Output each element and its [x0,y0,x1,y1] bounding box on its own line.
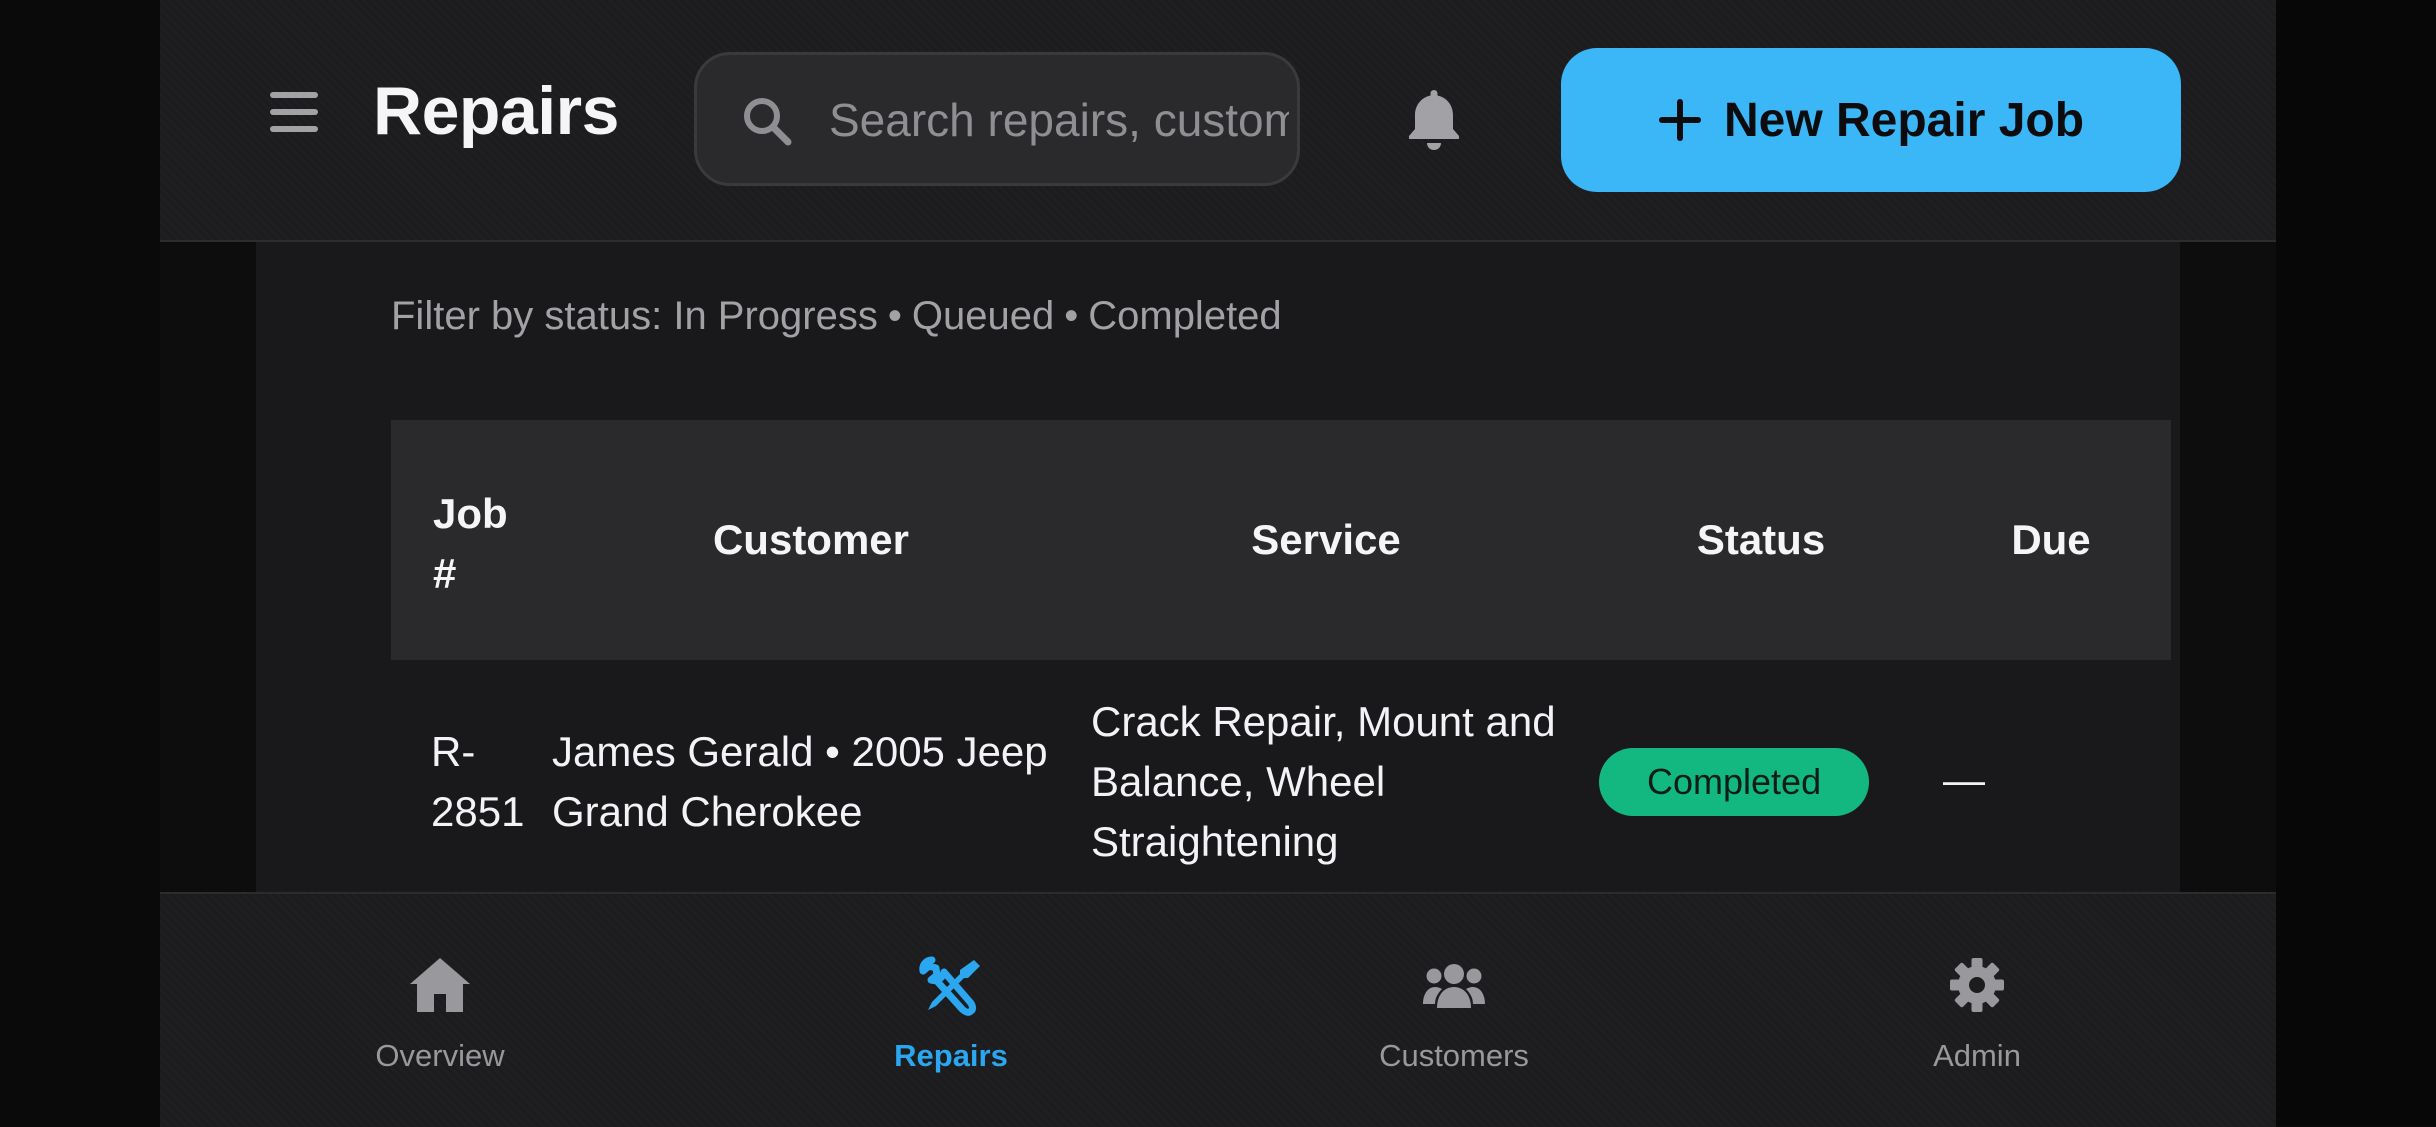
users-icon [1423,964,1485,1008]
content-gutter-left [160,242,256,892]
column-header-status[interactable]: Status [1651,420,1871,660]
search-box[interactable] [694,52,1300,186]
column-header-job[interactable]: Job # [433,484,523,604]
menu-button[interactable] [270,92,320,142]
cell-job[interactable]: R-2851 [431,722,541,842]
gear-icon [1950,958,2004,1012]
column-header-customer[interactable]: Customer [561,420,1061,660]
status-badge: Completed [1599,748,1870,816]
page-title: Repairs [373,73,619,149]
column-header-due[interactable]: Due [1991,420,2111,660]
cell-status: Completed [1599,748,1870,816]
table-header: Job # Customer Service Status Due [391,420,2171,660]
nav-label-overview: Overview [375,1038,505,1073]
filter-prefix: Filter by status: [391,294,663,338]
filter-option-queued[interactable]: Queued [912,294,1054,338]
nav-item-repairs[interactable]: Repairs [821,954,1081,1074]
screen-edge [2276,0,2436,1125]
cell-service: Crack Repair, Mount and Balance, Wheel S… [1091,698,1556,865]
search-icon [744,98,792,146]
filter-option-in-progress[interactable]: In Progress [673,294,878,338]
bottom-nav: Overview Repairs Customers Admin [160,892,2276,1127]
nav-item-overview[interactable]: Overview [310,954,570,1074]
home-icon [410,958,470,1012]
repairs-table: Job # Customer Service Status Due [391,420,2171,660]
app-header: Repairs New Repair Job [160,0,2276,242]
cell-due: — [1943,756,1985,803]
cell-customer: James Gerald • 2005 Jeep Grand Cherokee [552,728,1048,835]
new-repair-job-button[interactable]: New Repair Job [1561,48,2181,192]
notification-bell-icon[interactable] [1402,86,1466,152]
nav-label-admin: Admin [1933,1038,2021,1073]
filter-option-completed[interactable]: Completed [1088,294,1281,338]
nav-item-customers[interactable]: Customers [1324,954,1584,1074]
plus-icon [1658,99,1701,141]
menu-icon [270,92,318,98]
nav-item-admin[interactable]: Admin [1847,954,2107,1074]
wrench-screwdriver-icon [919,956,980,1016]
status-filter[interactable]: Filter by status: In Progress • Queued • Com… [391,294,1282,339]
column-header-service[interactable]: Service [1071,420,1581,660]
app-screen: Repairs New Repair Job Filter by status:… [160,0,2276,1127]
search-input[interactable] [827,55,1291,183]
nav-label-repairs: Repairs [894,1038,1008,1073]
content-gutter-right [2180,242,2276,892]
nav-label-customers: Customers [1379,1038,1529,1073]
new-repair-job-label: New Repair Job [1723,93,2085,147]
